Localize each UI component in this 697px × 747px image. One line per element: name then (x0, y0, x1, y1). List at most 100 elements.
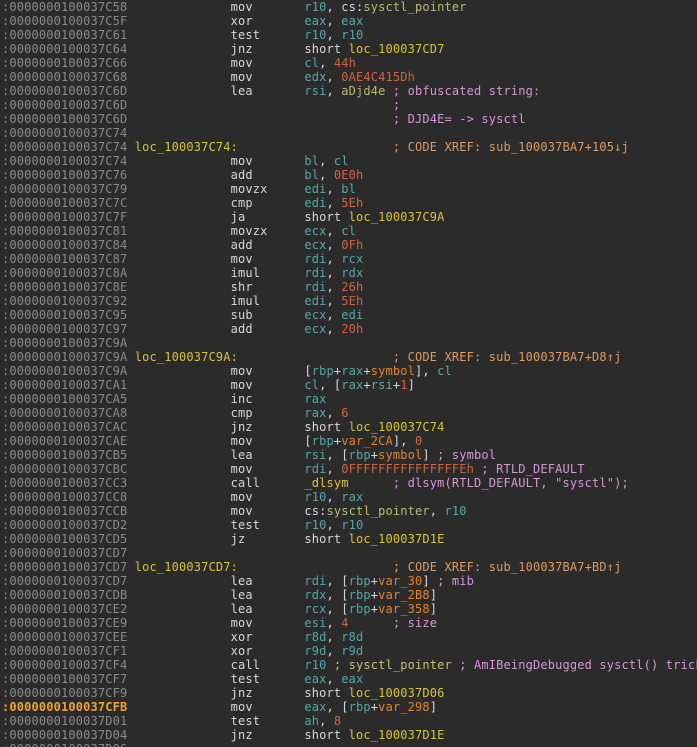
asm-line[interactable]: :0000000100037C74 mov bl, cl (2, 154, 697, 168)
register: bl (304, 154, 319, 168)
register: edi (304, 182, 326, 196)
address: :0000000100037C68 (2, 70, 127, 84)
asm-line[interactable]: :0000000100037C84 add ecx, 0Fh (2, 238, 697, 252)
address: :0000000100037C9A (2, 350, 127, 364)
asm-line[interactable]: :0000000100037C87 mov rdi, rcx (2, 252, 697, 266)
asm-line[interactable]: :0000000100037C81 movzx ecx, cl (2, 224, 697, 238)
number-literal: 0Fh (341, 238, 363, 252)
asm-line[interactable]: :0000000100037C64 jnz short loc_100037CD… (2, 42, 697, 56)
asm-text: , [ (327, 574, 349, 588)
asm-line[interactable]: :0000000100037C95 sub ecx, edi (2, 308, 697, 322)
address: :0000000100037C8E (2, 280, 127, 294)
asm-line[interactable]: :0000000100037C6D lea rsi, aDjd4e ; obfu… (2, 84, 697, 98)
asm-line[interactable]: :0000000100037C8E shr rdi, 26h (2, 280, 697, 294)
asm-line[interactable]: :0000000100037C79 movzx edi, bl (2, 182, 697, 196)
asm-line[interactable]: :0000000100037C61 test r10, r10 (2, 28, 697, 42)
asm-line[interactable]: :0000000100037CCB mov cs:sysctl_pointer,… (2, 504, 697, 518)
address: :0000000100037C97 (2, 322, 127, 336)
asm-text: ] (422, 448, 437, 462)
asm-line[interactable]: :0000000100037C7F ja short loc_100037C9A (2, 210, 697, 224)
register: rdx (304, 588, 326, 602)
address: :0000000100037CBC (2, 462, 127, 476)
asm-text: ], (415, 364, 437, 378)
register: bl (341, 182, 356, 196)
asm-text: , (327, 308, 342, 322)
asm-text: , (327, 196, 342, 210)
asm-text: jnz short (127, 728, 348, 742)
asm-line[interactable]: :0000000100037CEE xor r8d, r8d (2, 630, 697, 644)
asm-text: mov (127, 0, 304, 14)
asm-line[interactable]: :0000000100037CC3 call _dlsym ; dlsym(RT… (2, 476, 697, 490)
address: :0000000100037C7F (2, 210, 127, 224)
asm-line[interactable]: :0000000100037CF1 xor r9d, r9d (2, 644, 697, 658)
asm-line[interactable]: :0000000100037CF7 test eax, eax (2, 672, 697, 686)
asm-line[interactable]: :0000000100037C9A loc_100037C9A: ; CODE … (2, 350, 697, 364)
register: r10 (341, 518, 363, 532)
asm-line[interactable]: :0000000100037C9A mov [rbp+rax+symbol], … (2, 364, 697, 378)
asm-line[interactable]: :0000000100037CFB mov eax, [rbp+var_298] (2, 700, 697, 714)
asm-line[interactable]: :0000000100037CD7 loc_100037CD7: ; CODE … (2, 560, 697, 574)
register: r8d (304, 630, 326, 644)
asm-line[interactable]: :0000000100037C8A imul rdi, rdx (2, 266, 697, 280)
asm-line[interactable]: :0000000100037CA8 cmp rax, 6 (2, 406, 697, 420)
asm-text: , (319, 56, 334, 70)
asm-line[interactable]: :0000000100037C68 mov edx, 0AE4C415Dh (2, 70, 697, 84)
address: :0000000100037C64 (2, 42, 127, 56)
xref-comment: ; CODE XREF: sub_100037BA7+105↓j (393, 140, 629, 154)
asm-line[interactable]: :0000000100037C6D ; (2, 98, 697, 112)
asm-line[interactable]: :0000000100037D06 (2, 742, 697, 747)
asm-line[interactable]: :0000000100037C97 add ecx, 20h (2, 322, 697, 336)
asm-line[interactable]: :0000000100037CD7 (2, 546, 697, 560)
asm-text: add (127, 322, 304, 336)
asm-line[interactable]: :0000000100037C76 add bl, 0E0h (2, 168, 697, 182)
asm-line[interactable]: :0000000100037CA5 inc rax (2, 392, 697, 406)
asm-line[interactable]: :0000000100037CD7 lea rdi, [rbp+var_30] … (2, 574, 697, 588)
stack-variable: var_30 (378, 574, 422, 588)
asm-line[interactable]: :0000000100037CE9 mov esi, 4 ; size (2, 616, 697, 630)
asm-line[interactable]: :0000000100037CE2 lea rcx, [rbp+var_358] (2, 602, 697, 616)
asm-line[interactable]: :0000000100037C5F xor eax, eax (2, 14, 697, 28)
code-label: loc_100037D1E (349, 728, 445, 742)
asm-line[interactable]: :0000000100037C58 mov r10, cs:sysctl_poi… (2, 0, 697, 14)
asm-text: , (327, 266, 342, 280)
asm-line[interactable]: :0000000100037C6D ; DJD4E= -> sysctl (2, 112, 697, 126)
asm-text: , (327, 14, 342, 28)
asm-line[interactable]: :0000000100037CBC mov rdi, 0FFFFFFFFFFFF… (2, 462, 697, 476)
address: :0000000100037CF1 (2, 644, 127, 658)
address: :0000000100037CC8 (2, 490, 127, 504)
comment: ; RTLD_DEFAULT (481, 462, 584, 476)
asm-line[interactable]: :0000000100037CA1 mov cl, [rax+rsi+1] (2, 378, 697, 392)
asm-line[interactable]: :0000000100037C9A (2, 336, 697, 350)
asm-text: , [ (319, 378, 341, 392)
data-symbol: sysctl_pointer (327, 504, 430, 518)
asm-line[interactable]: :0000000100037C74 loc_100037C74: ; CODE … (2, 140, 697, 154)
asm-line[interactable]: :0000000100037CAE mov [rbp+var_2CA], 0 (2, 434, 697, 448)
address: :0000000100037CD7 (2, 546, 127, 560)
asm-line[interactable]: :0000000100037C74 (2, 126, 697, 140)
asm-line[interactable]: :0000000100037CD2 test r10, r10 (2, 518, 697, 532)
asm-line[interactable]: :0000000100037CB5 lea rsi, [rbp+symbol] … (2, 448, 697, 462)
asm-line[interactable]: :0000000100037C92 imul edi, 5Eh (2, 294, 697, 308)
asm-line[interactable]: :0000000100037CDB lea rdx, [rbp+var_2B8] (2, 588, 697, 602)
asm-line[interactable]: :0000000100037CD5 jz short loc_100037D1E (2, 532, 697, 546)
asm-text: , (327, 616, 342, 630)
register: ecx (304, 238, 326, 252)
asm-line[interactable]: :0000000100037CF9 jnz short loc_100037D0… (2, 686, 697, 700)
register: rbp (349, 588, 371, 602)
asm-line[interactable]: :0000000100037CC8 mov r10, rax (2, 490, 697, 504)
register: edi (341, 308, 363, 322)
stack-variable: symbol (371, 364, 415, 378)
asm-line[interactable]: :0000000100037C66 mov cl, 44h (2, 56, 697, 70)
address: :0000000100037C66 (2, 56, 127, 70)
asm-line[interactable]: :0000000100037C7C cmp edi, 5Eh (2, 196, 697, 210)
asm-text: , (327, 490, 342, 504)
asm-text: , (327, 238, 342, 252)
asm-line[interactable]: :0000000100037CF4 call r10 ; sysctl_poin… (2, 658, 697, 672)
address: :0000000100037D06 (2, 742, 127, 747)
asm-line[interactable]: :0000000100037CAC jnz short loc_100037C7… (2, 420, 697, 434)
asm-text: , [ (327, 700, 349, 714)
register: eax (304, 14, 326, 28)
asm-line[interactable]: :0000000100037D04 jnz short loc_100037D1… (2, 728, 697, 742)
asm-line[interactable]: :0000000100037D01 test ah, 8 (2, 714, 697, 728)
disassembly-listing[interactable]: :0000000100037C58 mov r10, cs:sysctl_poi… (2, 0, 697, 747)
